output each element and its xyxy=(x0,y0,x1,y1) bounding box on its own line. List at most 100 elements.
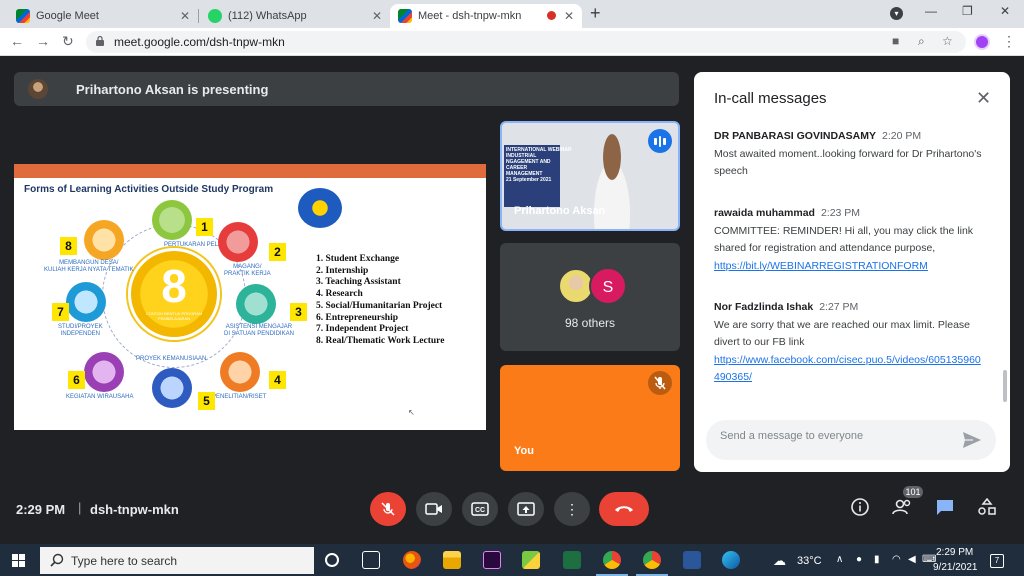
list-item: 4. Research xyxy=(316,289,363,300)
close-tab-icon[interactable]: ✕ xyxy=(372,9,382,23)
meeting-code: dsh-tnpw-mkn xyxy=(90,502,179,517)
leave-call-button[interactable] xyxy=(599,492,649,526)
close-tab-icon[interactable]: ✕ xyxy=(564,9,574,23)
avatar: S xyxy=(589,267,627,305)
search-placeholder: Type here to search xyxy=(71,554,178,568)
tab-meet-active[interactable]: Meet - dsh-tnpw-mkn ✕ xyxy=(390,4,582,28)
close-icon[interactable]: ✕ xyxy=(976,88,991,109)
presenter-video-tile[interactable]: INTERNATIONAL WEBINAR INDUSTRIAL NGAGEME… xyxy=(500,121,680,231)
back-icon[interactable]: ← xyxy=(10,33,24,49)
send-icon[interactable] xyxy=(962,431,982,449)
message-time: 2:23 PM xyxy=(820,207,861,219)
activity-label: MEMBANGUN DESA/ KULIAH KERJA NYATA TEMAT… xyxy=(44,260,134,273)
weather-cloud-icon[interactable]: ☁ xyxy=(773,553,786,569)
edge-icon[interactable] xyxy=(722,551,740,569)
presenting-text: Prihartono Aksan is presenting xyxy=(76,81,269,97)
tray-chevron-icon[interactable]: ∧ xyxy=(836,554,843,565)
excel-icon[interactable] xyxy=(563,551,581,569)
forward-icon[interactable]: → xyxy=(36,33,50,49)
activity-list: 1. Student Exchange 2. Internship 3. Tea… xyxy=(316,254,444,348)
camera-toggle-button[interactable] xyxy=(416,492,452,526)
profile-avatar[interactable] xyxy=(974,34,990,50)
tab-google-meet[interactable]: Google Meet ✕ xyxy=(8,4,198,28)
file-explorer-icon[interactable] xyxy=(443,551,461,569)
message-link[interactable]: https://www.facebook.com/cisec.puo.5/vid… xyxy=(714,352,986,387)
activities-icon[interactable] xyxy=(977,497,997,521)
chat-scrollbar[interactable] xyxy=(1003,370,1007,402)
present-now-button[interactable] xyxy=(508,492,544,526)
message-link[interactable]: https://bit.ly/WEBINARREGISTRATIONFORM xyxy=(714,258,986,276)
activity-label: STUDI/PROYEK INDEPENDEN xyxy=(58,324,103,337)
activity-number: 8 xyxy=(60,237,77,255)
tab-title: (112) WhatsApp xyxy=(228,10,307,22)
taskbar-clock-time[interactable]: 2:29 PM xyxy=(936,547,973,558)
cortana-icon[interactable] xyxy=(325,553,339,567)
reload-icon[interactable]: ↻ xyxy=(62,33,74,50)
activity-student-exchange-icon xyxy=(152,200,192,240)
window-close-icon[interactable]: ✕ xyxy=(1000,4,1010,18)
url-text: meet.google.com/dsh-tnpw-mkn xyxy=(114,35,285,49)
chat-input-box xyxy=(706,420,996,460)
chrome-icon[interactable] xyxy=(643,551,661,569)
people-tray-icon[interactable]: ● xyxy=(856,554,862,565)
close-tab-icon[interactable]: ✕ xyxy=(180,9,190,23)
present-screen-icon xyxy=(517,502,535,516)
taskbar-search-box[interactable]: Type here to search xyxy=(40,547,314,574)
more-options-button[interactable]: ⋮ xyxy=(554,492,590,526)
browser-menu-icon[interactable]: ⋮ xyxy=(1002,33,1016,50)
list-item: 2. Internship xyxy=(316,265,369,276)
activity-label: PROYEK KEMANUSIAAN xyxy=(136,356,207,362)
windows-start-icon[interactable] xyxy=(12,554,26,568)
mic-toggle-button[interactable] xyxy=(370,492,406,526)
slide-header-band xyxy=(14,164,486,178)
word-icon[interactable] xyxy=(683,551,701,569)
google-meet-icon xyxy=(16,9,30,23)
restore-icon[interactable]: ❐ xyxy=(962,4,973,18)
pen-tool-icon[interactable] xyxy=(522,551,540,569)
avatar xyxy=(28,79,48,99)
omnibox[interactable]: meet.google.com/dsh-tnpw-mkn ■ ⌕ ☆ xyxy=(86,31,966,53)
chrome-profile-icon[interactable] xyxy=(603,551,621,569)
center-badge: 8 CONTOH BENTUK PROGRAM PEMBELAJARAN xyxy=(128,248,220,340)
camera-in-use-icon[interactable]: ■ xyxy=(892,34,899,48)
temperature: 33°C xyxy=(797,555,822,567)
battery-icon[interactable]: ▮ xyxy=(874,554,880,565)
message-sender: DR PANBARASI GOVINDASAMY xyxy=(714,130,876,142)
mic-off-icon xyxy=(381,502,395,516)
volume-icon[interactable]: ◀ xyxy=(908,554,916,565)
notification-center-icon[interactable]: 7 xyxy=(990,554,1004,568)
minimize-icon[interactable]: — xyxy=(925,4,937,18)
activity-research-icon xyxy=(220,352,260,392)
list-item: 6. Entrepreneurship xyxy=(316,312,398,323)
self-video-tile[interactable]: You xyxy=(500,365,680,471)
chat-message-input[interactable] xyxy=(720,430,950,442)
participant-count-badge: 101 xyxy=(903,486,923,498)
activity-number: 6 xyxy=(68,371,85,389)
task-view-icon[interactable] xyxy=(362,551,380,569)
wifi-icon[interactable]: ◠ xyxy=(892,554,901,565)
message-text: We are sorry that we are reached our max… xyxy=(714,318,970,349)
tab-search-icon[interactable]: ▾ xyxy=(890,7,903,20)
chat-title: In-call messages xyxy=(714,90,827,107)
chat-panel: In-call messages ✕ DR PANBARASI GOVINDAS… xyxy=(694,72,1010,472)
bookmark-star-icon[interactable]: ☆ xyxy=(942,34,953,48)
mouse-cursor-icon: ↖ xyxy=(408,408,415,417)
people-icon[interactable] xyxy=(892,498,912,521)
premiere-pro-icon[interactable] xyxy=(483,551,501,569)
others-count-label: 98 others xyxy=(564,316,616,330)
others-tile[interactable]: S 98 others xyxy=(500,243,680,351)
activity-label: PENELITIAN/RISET xyxy=(212,394,267,400)
chat-icon[interactable] xyxy=(935,498,955,521)
tab-whatsapp[interactable]: (112) WhatsApp ✕ xyxy=(200,4,390,28)
new-tab-button[interactable]: + xyxy=(590,3,601,24)
zoom-icon[interactable]: ⌕ xyxy=(918,34,925,49)
taskbar-clock-date[interactable]: 9/21/2021 xyxy=(933,562,978,573)
captions-button[interactable]: CC xyxy=(462,492,498,526)
participant-name: You xyxy=(514,445,534,457)
firefox-icon[interactable] xyxy=(403,551,421,569)
message-sender: rawaida muhammad xyxy=(714,207,815,219)
chat-message: Nor Fadzlinda Ishak 2:27 PM We are sorry … xyxy=(714,299,986,387)
meeting-details-icon[interactable] xyxy=(851,498,869,521)
search-icon xyxy=(50,553,64,567)
captions-icon: CC xyxy=(471,502,489,516)
